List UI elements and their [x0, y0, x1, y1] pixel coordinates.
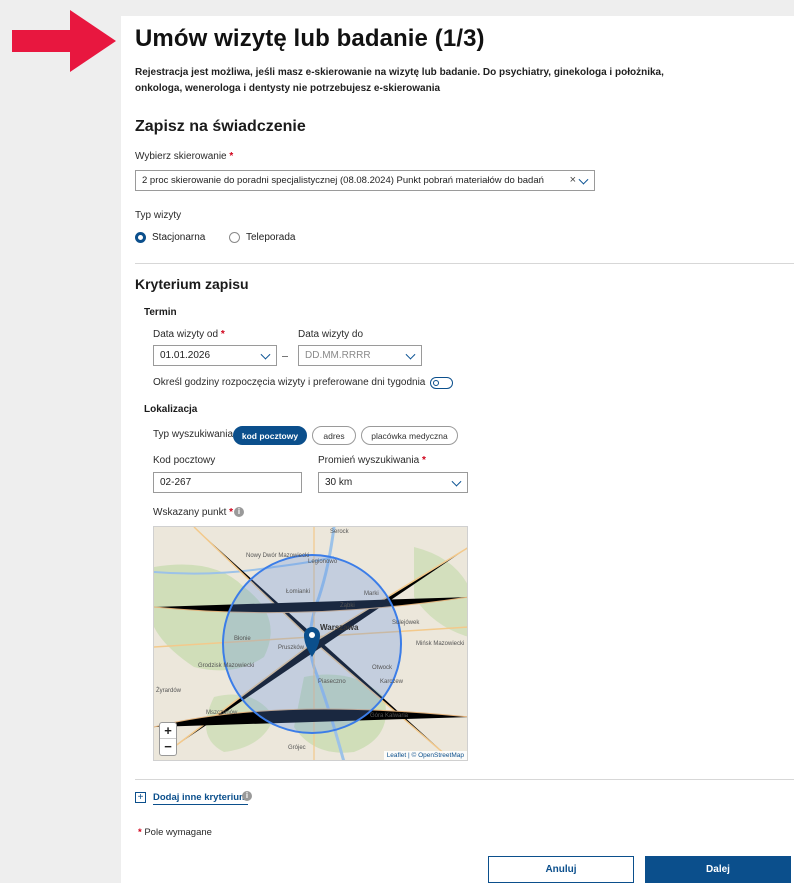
next-button[interactable]: Dalej — [645, 856, 791, 883]
map-label: Grójec — [288, 745, 306, 751]
postal-code-input[interactable]: 02-267 — [153, 472, 302, 493]
service-heading: Zapisz na świadczenie — [135, 118, 306, 135]
visit-type-label: Typ wizyty — [135, 210, 182, 221]
date-range-dash — [282, 356, 288, 357]
referral-select[interactable]: 2 proc skierowanie do poradni specjalist… — [135, 170, 595, 191]
radio-stacjonarna[interactable] — [135, 232, 146, 243]
map-label: Marki — [364, 591, 379, 597]
chevron-down-icon — [260, 349, 271, 360]
date-from-label: Data wizyty od * — [153, 329, 225, 340]
map-attribution[interactable]: Leaflet | © OpenStreetMap — [383, 751, 467, 760]
map-label: Pruszków — [278, 645, 305, 651]
date-to-input[interactable]: DD.MM.RRRR — [298, 345, 422, 366]
add-criterion-link[interactable]: Dodaj inne kryterium — [153, 792, 248, 805]
map-label: Mszczonów — [206, 710, 238, 716]
date-to-label: Data wizyty do — [298, 329, 364, 340]
map-label: Piaseczno — [318, 679, 346, 685]
point-label: Wskazany punkt * — [153, 507, 234, 518]
map-label: Nowy Dwór Mazowiecki — [246, 553, 310, 559]
zoom-out-button[interactable]: − — [160, 739, 176, 755]
booking-form-panel: Umów wizytę lub badanie (1/3) Rejestracj… — [121, 16, 794, 883]
map-zoom-control: + − — [159, 722, 177, 756]
location-map[interactable]: Serock Nowy Dwór Mazowiecki Legionowo Ło… — [153, 526, 468, 761]
map-label: Góra Kalwaria — [370, 713, 409, 719]
chevron-down-icon — [405, 349, 416, 360]
chevron-down-icon — [578, 174, 589, 185]
section-divider — [135, 263, 794, 264]
map-label: Żyrardów — [156, 688, 182, 694]
search-type-label: Typ wyszukiwania — [153, 429, 234, 440]
intro-text: Rejestracja jest możliwa, jeśli masz e-s… — [135, 67, 664, 94]
date-from-input[interactable]: 01.01.2026 — [153, 345, 277, 366]
map-label: Karczew — [380, 679, 404, 685]
clear-icon[interactable]: × — [570, 174, 576, 186]
search-type-address[interactable]: adres — [312, 426, 356, 445]
map-label: Serock — [330, 529, 349, 535]
map-label: Grodzisk Mazowiecki — [198, 663, 255, 669]
referral-label: Wybierz skierowanie * — [135, 151, 234, 162]
radio-label-stacjonarna: Stacjonarna — [152, 232, 206, 243]
radius-select[interactable]: 30 km — [318, 472, 468, 493]
search-type-facility[interactable]: placówka medyczna — [361, 426, 458, 445]
chevron-down-icon — [451, 476, 462, 487]
radio-label-teleporada: Teleporada — [246, 232, 296, 243]
criteria-heading: Kryterium zapisu — [135, 276, 249, 292]
page-title: Umów wizytę lub badanie (1/3) — [135, 25, 485, 52]
search-type-postal[interactable]: kod pocztowy — [233, 426, 307, 445]
radius-label: Promień wyszukiwania * — [318, 455, 426, 466]
map-label: Sulejówek — [392, 620, 420, 626]
map-label: Ząbki — [340, 603, 355, 609]
map-label: Otwock — [372, 665, 393, 671]
required-note: * Pole wymagane — [138, 827, 212, 838]
red-arrow-annotation — [12, 10, 116, 72]
info-icon[interactable]: i — [234, 507, 244, 517]
section-divider — [135, 779, 794, 780]
info-icon[interactable]: i — [242, 791, 252, 801]
hours-toggle[interactable] — [430, 377, 453, 389]
cancel-button[interactable]: Anuluj — [488, 856, 634, 883]
term-heading: Termin — [144, 307, 177, 318]
map-label: Legionowo — [308, 559, 338, 565]
plus-icon[interactable]: + — [135, 792, 146, 803]
hours-toggle-label: Określ godziny rozpoczęcia wizyty i pref… — [153, 377, 426, 388]
postal-code-label: Kod pocztowy — [153, 455, 216, 466]
location-heading: Lokalizacja — [144, 404, 198, 415]
map-label: Błonie — [234, 636, 251, 642]
zoom-in-button[interactable]: + — [160, 723, 176, 739]
radio-teleporada[interactable] — [229, 232, 240, 243]
map-label: Łomianki — [286, 589, 311, 595]
map-label: Warszawa — [320, 623, 359, 632]
map-label: Mińsk Mazowiecki — [416, 641, 465, 647]
